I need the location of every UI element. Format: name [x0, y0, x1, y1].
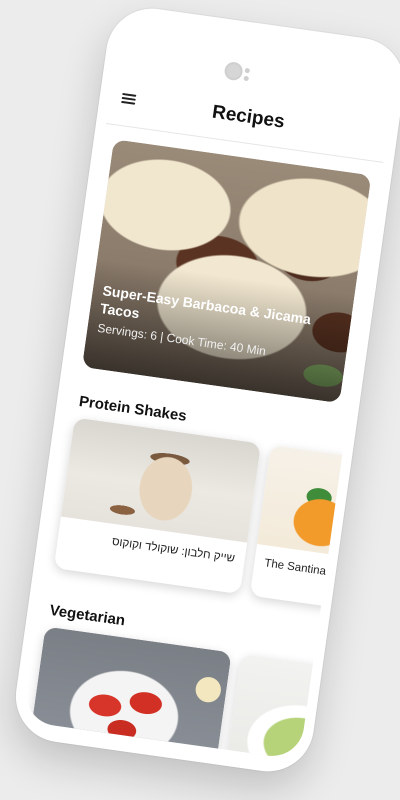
recipe-card[interactable] — [220, 653, 391, 761]
recipe-image — [224, 653, 391, 761]
front-camera — [223, 61, 244, 82]
recipe-card[interactable] — [24, 626, 232, 761]
recipe-card[interactable]: שייק חלבון: שוקולד וקוקוס — [53, 417, 262, 595]
scene-background: Recipes Super-Easy Barbacoa & Jicama Tac… — [0, 0, 400, 800]
recipe-card-label — [27, 745, 215, 760]
app-screen: Recipes Super-Easy Barbacoa & Jicama Tac… — [22, 73, 391, 761]
featured-recipe-card[interactable]: Super-Easy Barbacoa & Jicama Tacos Servi… — [81, 139, 372, 404]
recipe-card[interactable]: The Santina Sp — [249, 445, 391, 622]
phone-frame: Recipes Super-Easy Barbacoa & Jicama Tac… — [9, 2, 400, 778]
page-title: Recipes — [210, 101, 286, 133]
sensor-dot — [243, 75, 250, 82]
recipe-image — [28, 626, 232, 761]
recipe-carousel-protein-shakes[interactable]: שייק חלבון: שוקולד וקוקוס The Santina Sp — [43, 416, 391, 622]
sensor-dot — [244, 67, 251, 74]
